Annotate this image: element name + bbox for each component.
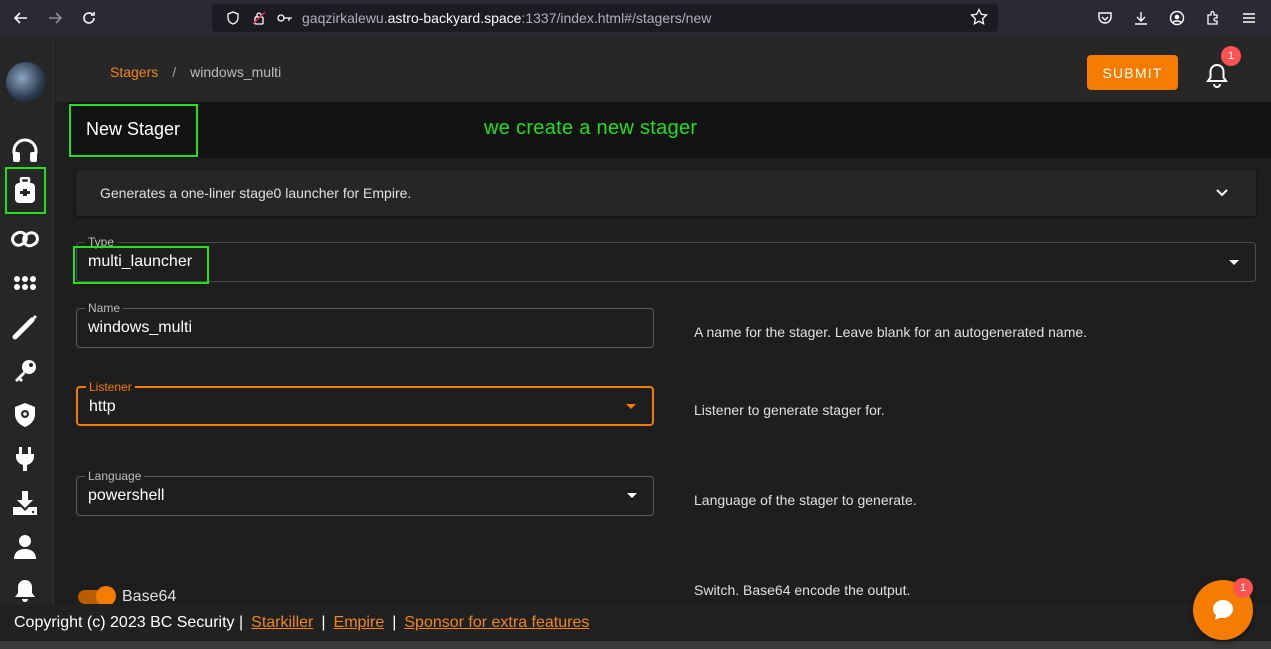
- grid-icon: [14, 276, 36, 290]
- account-button[interactable]: [1159, 0, 1195, 36]
- sponsor-link[interactable]: Sponsor for extra features: [404, 614, 589, 632]
- arrow-right-icon: [49, 12, 63, 24]
- bell-outline-icon: [1206, 63, 1228, 88]
- link-icon: [11, 230, 39, 248]
- url-text: gaqzirkalewu.astro-backyard.space:1337/i…: [302, 10, 712, 26]
- language-label: Language: [85, 469, 145, 483]
- listener-help: Listener to generate stager for.: [694, 402, 885, 418]
- sidebar-item-listeners[interactable]: [8, 134, 42, 168]
- sidebar-item-agents[interactable]: [8, 222, 42, 256]
- footer: Copyright (c) 2023 BC Security | Starkil…: [0, 604, 1271, 641]
- sidebar-item-credentials[interactable]: [8, 354, 42, 388]
- language-select[interactable]: Language powershell: [76, 469, 654, 516]
- name-label: Name: [85, 301, 124, 315]
- type-highlight: [73, 246, 209, 284]
- chat-bubble-icon: [1213, 600, 1233, 620]
- annotation-text: we create a new stager: [484, 117, 698, 139]
- base64-help: Switch. Base64 encode the output.: [694, 582, 911, 598]
- account-icon: [1169, 10, 1185, 26]
- dropdown-arrow-icon[interactable]: [1229, 260, 1239, 265]
- listener-select[interactable]: Listener http: [76, 380, 654, 426]
- language-value: powershell: [88, 487, 165, 504]
- download-icon: [13, 491, 37, 515]
- chevron-down-icon[interactable]: [1214, 184, 1230, 205]
- starkiller-link[interactable]: Starkiller: [251, 614, 313, 632]
- arrow-left-icon: [13, 12, 27, 24]
- sidebar-item-stagers[interactable]: [8, 174, 42, 208]
- name-help: A name for the stager. Leave blank for a…: [694, 324, 1088, 340]
- bookmark-star-icon[interactable]: [970, 7, 988, 29]
- dropdown-arrow-icon[interactable]: [626, 404, 636, 409]
- name-field[interactable]: Name windows_multi: [76, 301, 654, 348]
- headphones-icon: [12, 138, 38, 162]
- empire-link[interactable]: Empire: [334, 614, 385, 632]
- breadcrumb-separator: /: [172, 64, 177, 80]
- shield-gear-icon: [15, 403, 35, 427]
- sidebar: [0, 36, 54, 604]
- sidebar-item-profile[interactable]: [8, 530, 42, 564]
- notification-badge: 1: [1221, 46, 1241, 66]
- browser-toolbar: gaqzirkalewu.astro-backyard.space:1337/i…: [0, 0, 1271, 36]
- breadcrumb: Stagers / windows_multi: [110, 64, 281, 80]
- copyright-text: Copyright (c) 2023 BC Security |: [14, 613, 244, 631]
- sidebar-item-downloads[interactable]: [8, 486, 42, 520]
- name-input[interactable]: windows_multi: [88, 319, 192, 337]
- footer-pipe: |: [321, 613, 326, 631]
- menu-button[interactable]: [1231, 0, 1267, 36]
- page-title: New Stager: [86, 119, 181, 139]
- type-select[interactable]: Type multi_launcher: [76, 235, 1256, 282]
- permissions-key-icon[interactable]: [272, 11, 298, 25]
- dropdown-arrow-icon[interactable]: [627, 493, 637, 498]
- title-row: New Stager we create a new stager: [68, 102, 1271, 158]
- content-area: New Stager we create a new stager Genera…: [68, 102, 1271, 606]
- reload-button[interactable]: [72, 0, 106, 36]
- address-bar[interactable]: gaqzirkalewu.astro-backyard.space:1337/i…: [212, 4, 998, 32]
- sidebar-item-modules[interactable]: [8, 266, 42, 300]
- stager-description-panel[interactable]: Generates a one-liner stage0 launcher fo…: [76, 170, 1256, 216]
- sidebar-item-hooks[interactable]: [8, 442, 42, 476]
- pocket-icon: [1098, 12, 1112, 24]
- key-icon: [15, 360, 36, 382]
- bell-icon: [15, 580, 35, 602]
- reload-icon: [83, 12, 95, 24]
- pocket-button[interactable]: [1087, 0, 1123, 36]
- wand-icon: [12, 315, 37, 340]
- breadcrumb-current: windows_multi: [190, 64, 282, 80]
- plug-icon: [16, 447, 34, 471]
- listener-label: Listener: [86, 380, 135, 394]
- extensions-button[interactable]: [1195, 0, 1231, 36]
- forward-button[interactable]: [38, 0, 72, 36]
- language-help: Language of the stager to generate.: [694, 492, 917, 508]
- main-content: Stagers / windows_multi SUBMIT 1 New Stage…: [55, 36, 1271, 606]
- chat-badge: 1: [1233, 578, 1253, 598]
- notifications-button[interactable]: 1: [1205, 46, 1241, 88]
- listener-input[interactable]: http: [89, 398, 116, 416]
- user-icon: [14, 535, 36, 559]
- download-arrow-icon: [1135, 12, 1147, 25]
- sidebar-item-users[interactable]: [8, 398, 42, 432]
- app-topbar: Stagers / windows_multi SUBMIT 1: [55, 36, 1271, 102]
- stager-form: Generates a one-liner stage0 launcher fo…: [68, 158, 1271, 606]
- footer-pipe: |: [392, 613, 397, 631]
- sidebar-item-notifications[interactable]: [8, 574, 42, 608]
- downloads-button[interactable]: [1123, 0, 1159, 36]
- switch-thumb[interactable]: [96, 586, 116, 606]
- avatar[interactable]: [6, 62, 46, 102]
- insecure-lock-icon[interactable]: [246, 11, 272, 25]
- puzzle-icon: [1207, 10, 1218, 25]
- sidebar-item-plugins[interactable]: [8, 310, 42, 344]
- shield-icon[interactable]: [220, 11, 246, 25]
- chat-button[interactable]: 1: [1193, 578, 1253, 640]
- breadcrumb-stagers-link[interactable]: Stagers: [110, 64, 158, 80]
- os-taskbar: [0, 641, 1271, 649]
- submit-button[interactable]: SUBMIT: [1087, 55, 1178, 90]
- stager-description: Generates a one-liner stage0 launcher fo…: [100, 185, 412, 201]
- briefcase-icon: [15, 177, 35, 203]
- hamburger-icon: [1243, 13, 1255, 23]
- back-button[interactable]: [4, 0, 38, 36]
